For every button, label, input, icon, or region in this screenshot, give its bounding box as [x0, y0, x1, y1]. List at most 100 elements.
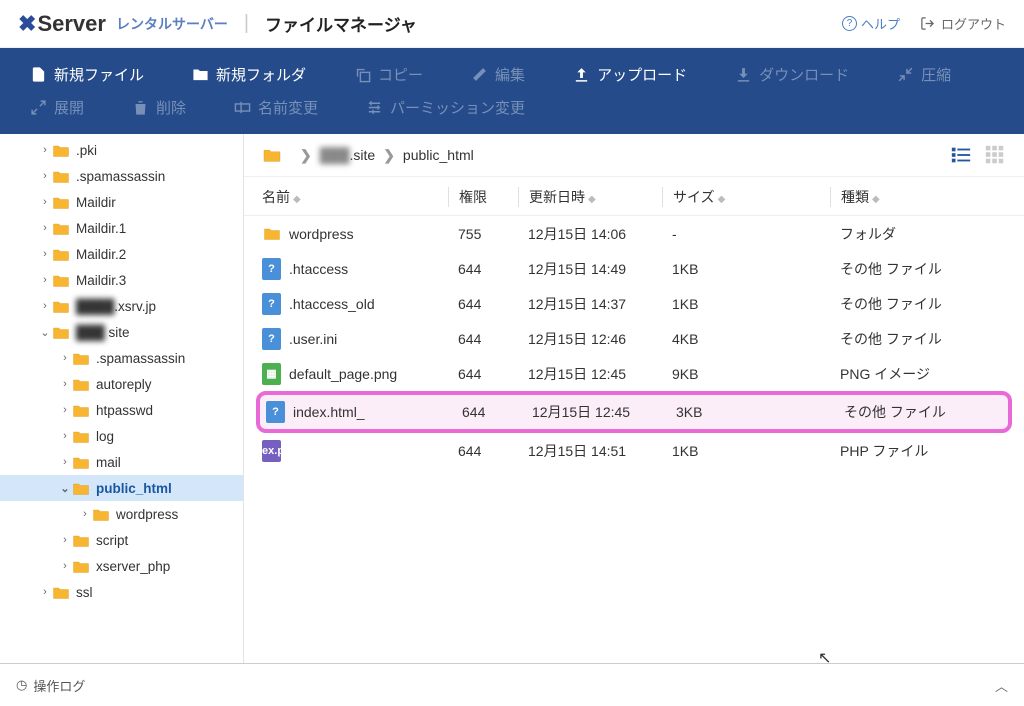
toolbar-upload-button[interactable]: アップロード — [573, 64, 687, 85]
list-view-button[interactable] — [950, 144, 972, 166]
ops-log-bar[interactable]: ◷ 操作ログ ︿ — [0, 664, 1024, 706]
file-type-icon: ? — [262, 328, 281, 350]
col-header-size[interactable]: サイズ◆ — [662, 187, 830, 207]
file-type-icon: ? — [266, 401, 285, 423]
tree-item-log[interactable]: › log — [0, 423, 243, 449]
folder-icon — [72, 429, 90, 444]
tree-item-xserverphp[interactable]: ›xserver_php — [0, 553, 243, 579]
tree-label: Maildir.3 — [76, 273, 126, 288]
tree-label: public_html — [96, 481, 172, 496]
breadcrumb-item[interactable]: public_html — [403, 147, 474, 163]
file-type: フォルダ — [830, 224, 1006, 244]
file-date: 12月15日 14:06 — [518, 224, 662, 244]
caret-icon: › — [58, 378, 72, 390]
header-divider: | — [244, 12, 249, 35]
caret-icon: › — [38, 144, 52, 156]
chevron-right-icon: ❯ — [383, 147, 395, 163]
file-type: その他 ファイル — [830, 329, 1006, 349]
file-name: index.php — [246, 445, 298, 457]
folder-icon — [262, 223, 281, 245]
tree-item-Maildir1[interactable]: › Maildir.1 — [0, 215, 243, 241]
caret-icon: › — [38, 274, 52, 286]
toolbar-copy-button: コピー — [354, 64, 423, 85]
tree-item-autoreply[interactable]: ›autoreply — [0, 371, 243, 397]
file-row[interactable]: wordpress 755 12月15日 14:06 - フォルダ — [256, 216, 1012, 251]
tree-item-htpasswd[interactable]: ›htpasswd — [0, 397, 243, 423]
caret-icon: › — [58, 352, 72, 364]
file-type-icon: ? — [262, 293, 281, 315]
tree-item-spamassassin[interactable]: ›.spamassassin — [0, 345, 243, 371]
tree-label: Maildir.1 — [76, 221, 126, 236]
tree-label: .pki — [76, 143, 97, 158]
tree-item-publichtml[interactable]: ⌄ public_html — [0, 475, 243, 501]
toolbar-permission-button: パーミッション変更 — [366, 97, 525, 118]
file-date: 12月15日 12:46 — [518, 329, 662, 349]
help-icon: ? — [842, 16, 857, 31]
tree-item-wordpress[interactable]: ›wordpress — [0, 501, 243, 527]
breadcrumb-item[interactable]: ███.site — [320, 147, 375, 163]
file-size: 1KB — [662, 296, 830, 312]
folder-icon — [72, 377, 90, 392]
tree-label: htpasswd — [96, 403, 153, 418]
tree-item-Maildir2[interactable]: ›Maildir.2 — [0, 241, 243, 267]
file-date: 12月15日 12:45 — [518, 364, 662, 384]
tree-item-xsrvjp[interactable]: ›████.xsrv.jp — [0, 293, 243, 319]
col-header-name[interactable]: 名前◆ — [262, 187, 448, 207]
tree-label: mail — [96, 455, 121, 470]
tree-item-pki[interactable]: › .pki — [0, 137, 243, 163]
tree-item-script[interactable]: ›script — [0, 527, 243, 553]
header-bar: ✖Server レンタルサーバー | ファイルマネージャ ?ヘルプ ログアウト — [0, 0, 1024, 48]
tree-label: wordpress — [116, 507, 178, 522]
caret-icon: ⌄ — [58, 482, 72, 495]
file-type: PNG イメージ — [830, 364, 1006, 384]
home-folder-icon[interactable] — [262, 147, 282, 163]
col-header-type[interactable]: 種類◆ — [830, 187, 1006, 207]
grid-view-button[interactable] — [984, 144, 1006, 166]
caret-icon: › — [38, 300, 52, 312]
col-header-date[interactable]: 更新日時◆ — [518, 187, 662, 207]
col-header-perm[interactable]: 権限 — [448, 187, 518, 207]
file-name: .htaccess — [289, 261, 348, 277]
file-perm: 644 — [448, 443, 518, 459]
caret-icon: › — [58, 560, 72, 572]
caret-icon: ⌄ — [38, 326, 52, 339]
help-link[interactable]: ?ヘルプ — [842, 14, 900, 33]
file-date: 12月15日 12:45 — [522, 402, 666, 422]
rename-icon — [234, 99, 251, 116]
tree-item-mail[interactable]: ›mail — [0, 449, 243, 475]
copy-icon — [354, 66, 371, 83]
caret-icon: › — [38, 222, 52, 234]
tree-item-site[interactable]: ⌄███ site — [0, 319, 243, 345]
folder-icon — [52, 221, 70, 236]
file-name: index.html_ — [293, 404, 365, 420]
logout-link[interactable]: ログアウト — [920, 14, 1006, 33]
tree-item-Maildir3[interactable]: › Maildir.3 — [0, 267, 243, 293]
toolbar-file-plus-button[interactable]: 新規ファイル — [30, 64, 144, 85]
file-row[interactable]: ?.user.ini 644 12月15日 12:46 4KB その他 ファイル — [256, 321, 1012, 356]
tree-item-spamassassin[interactable]: ›.spamassassin — [0, 163, 243, 189]
caret-icon: › — [38, 586, 52, 598]
file-row[interactable]: index.php 644 12月15日 14:51 1KB PHP ファイル — [256, 433, 1012, 468]
file-perm: 644 — [452, 404, 522, 420]
tree-item-ssl[interactable]: ›ssl — [0, 579, 243, 605]
file-row[interactable]: ?.htaccess 644 12月15日 14:49 1KB その他 ファイル — [256, 251, 1012, 286]
tree-label: Maildir — [76, 195, 116, 210]
ops-log-label: 操作ログ — [33, 676, 85, 695]
file-row[interactable]: ▦default_page.png 644 12月15日 12:45 9KB P… — [256, 356, 1012, 391]
tree-item-Maildir[interactable]: ›Maildir — [0, 189, 243, 215]
file-size: - — [662, 226, 830, 242]
caret-icon: › — [58, 430, 72, 442]
upload-icon — [573, 66, 590, 83]
file-perm: 644 — [448, 261, 518, 277]
file-type-icon: ? — [262, 258, 281, 280]
caret-icon: › — [38, 248, 52, 260]
toolbar: 新規ファイル新規フォルダコピー編集アップロードダウンロード圧縮 展開削除名前変更… — [0, 48, 1024, 134]
toolbar-trash-button: 削除 — [132, 97, 186, 118]
tree-label: log — [96, 429, 114, 444]
file-row[interactable]: ?.htaccess_old 644 12月15日 14:37 1KB その他 … — [256, 286, 1012, 321]
file-type-icon: index.php — [262, 440, 281, 462]
toolbar-folder-plus-button[interactable]: 新規フォルダ — [192, 64, 306, 85]
file-type: その他 ファイル — [830, 259, 1006, 279]
file-row[interactable]: ?index.html_ 644 12月15日 12:45 3KB その他 ファ… — [256, 391, 1012, 433]
file-name: wordpress — [289, 226, 354, 242]
